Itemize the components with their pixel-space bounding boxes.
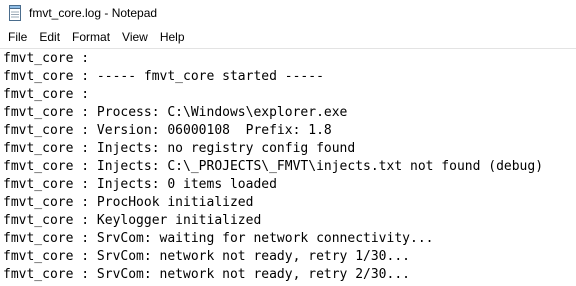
log-line: fmvt_core : Keylogger initialized bbox=[3, 213, 262, 228]
window-title: fmvt_core.log - Notepad bbox=[29, 6, 158, 20]
log-line: fmvt_core : ProcHook initialized bbox=[3, 195, 254, 210]
menu-edit[interactable]: Edit bbox=[33, 28, 66, 46]
title-bar[interactable]: fmvt_core.log - Notepad bbox=[0, 0, 576, 26]
log-line: fmvt_core : ----- fmvt_core started ----… bbox=[3, 69, 324, 84]
menu-file[interactable]: File bbox=[2, 28, 33, 46]
log-line: fmvt_core : bbox=[3, 87, 90, 102]
log-line: fmvt_core : Injects: C:\_PROJECTS\_FMVT\… bbox=[3, 159, 544, 174]
text-editor-area[interactable]: fmvt_core : fmvt_core : ----- fmvt_core … bbox=[0, 48, 576, 286]
log-line: fmvt_core : Injects: no registry config … bbox=[3, 141, 356, 156]
menu-view[interactable]: View bbox=[116, 28, 154, 46]
log-line: fmvt_core : Version: 06000108 Prefix: 1.… bbox=[3, 123, 332, 138]
menu-help[interactable]: Help bbox=[154, 28, 191, 46]
log-line: fmvt_core : bbox=[3, 51, 90, 66]
log-line: fmvt_core : SrvCom: network not ready, r… bbox=[3, 267, 410, 282]
menu-format[interactable]: Format bbox=[66, 28, 116, 46]
log-line: fmvt_core : Injects: 0 items loaded bbox=[3, 177, 277, 192]
log-line: fmvt_core : SrvCom: waiting for network … bbox=[3, 231, 434, 246]
log-line: fmvt_core : SrvCom: network not ready, r… bbox=[3, 249, 410, 264]
menu-bar: File Edit Format View Help bbox=[0, 26, 576, 48]
log-line: fmvt_core : Process: C:\Windows\explorer… bbox=[3, 105, 348, 120]
notepad-icon bbox=[7, 5, 23, 21]
notepad-window: fmvt_core.log - Notepad File Edit Format… bbox=[0, 0, 576, 286]
